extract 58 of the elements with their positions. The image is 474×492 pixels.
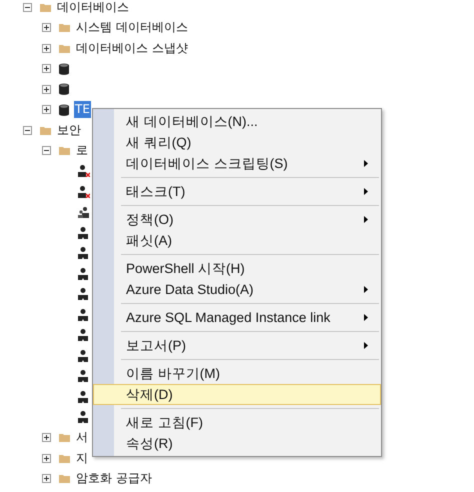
expand-toggle[interactable]	[42, 454, 51, 463]
menu-item[interactable]: 정책(O)	[93, 209, 381, 230]
tree-item-label[interactable]: 데이터베이스	[56, 0, 130, 16]
expand-toggle[interactable]	[42, 105, 51, 114]
expand-toggle[interactable]	[42, 64, 51, 74]
tree-item-label[interactable]: 시스템 데이터베이스	[75, 19, 189, 36]
tree-item-label[interactable]: 서	[75, 429, 89, 446]
menu-item[interactable]: 태스크(T)	[93, 181, 381, 202]
menu-item[interactable]: 새 쿼리(Q)	[93, 132, 381, 153]
expand-toggle[interactable]	[42, 44, 51, 53]
expand-toggle[interactable]	[42, 433, 51, 442]
tree-item-label[interactable]: 암호화 공급자	[75, 470, 153, 488]
menu-item[interactable]: 새로 고침(F)	[93, 412, 381, 433]
folder-icon	[59, 44, 70, 53]
tree-item-label[interactable]: 보안	[56, 122, 82, 139]
database-icon	[59, 83, 69, 96]
group-icon	[78, 206, 90, 218]
database-icon	[59, 104, 69, 116]
expand-toggle[interactable]	[42, 23, 51, 32]
expand-toggle[interactable]	[42, 474, 51, 484]
folder-icon	[40, 126, 51, 135]
expand-toggle[interactable]	[42, 84, 51, 94]
folder-icon	[59, 146, 70, 156]
menu-item[interactable]: Azure Data Studio(A)	[93, 279, 381, 300]
collapse-toggle[interactable]	[23, 2, 32, 12]
folder-icon	[59, 23, 70, 32]
user-icon	[78, 247, 89, 260]
user-icon	[78, 288, 89, 300]
tree-item-label[interactable]: TE	[74, 101, 91, 118]
user-icon	[78, 370, 89, 382]
tree-item-label[interactable]: 로	[75, 142, 89, 160]
menu-item[interactable]: PowerShell 시작(H)	[93, 258, 381, 279]
menu-item[interactable]: 패싯(A)	[93, 230, 381, 251]
database-icon	[59, 62, 69, 75]
user-disabled-icon	[78, 186, 90, 198]
collapse-toggle[interactable]	[42, 146, 51, 156]
menu-item[interactable]: 데이터베이스 스크립팅(S)	[93, 153, 381, 174]
folder-icon	[59, 454, 70, 463]
folder-icon	[59, 433, 70, 442]
folder-icon	[59, 474, 70, 484]
menu-item[interactable]: 보고서(P)	[93, 335, 381, 356]
user-disabled-icon	[78, 165, 90, 178]
user-icon	[78, 329, 89, 342]
user-icon	[78, 411, 89, 424]
menu-item[interactable]: 삭제(D)	[93, 384, 381, 405]
menu-item[interactable]: 새 데이터베이스(N)...	[93, 111, 381, 132]
user-icon	[78, 226, 89, 239]
tree-item-label[interactable]: 지	[75, 450, 89, 467]
menu-item[interactable]: Azure SQL Managed Instance link	[93, 307, 381, 328]
tree-item-label[interactable]: 데이터베이스 스냅샷	[75, 40, 189, 57]
user-icon	[78, 308, 89, 321]
menu-item[interactable]: 이름 바꾸기(M)	[93, 363, 381, 384]
user-icon	[78, 390, 89, 403]
folder-icon	[40, 2, 51, 12]
menu-item[interactable]: 속성(R)	[93, 433, 381, 454]
user-icon	[78, 350, 89, 362]
collapse-toggle[interactable]	[23, 126, 32, 135]
user-icon	[78, 268, 89, 280]
